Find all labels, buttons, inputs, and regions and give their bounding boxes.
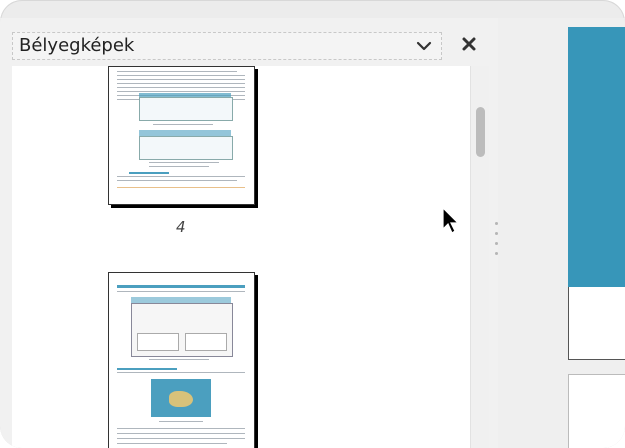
chevron-down-icon[interactable] — [415, 37, 433, 55]
page-thumbnail-5[interactable] — [108, 272, 255, 448]
sidebar-title: Bélyegképek — [19, 35, 135, 56]
scrollbar-thumb[interactable] — [476, 107, 485, 157]
close-icon[interactable] — [460, 35, 478, 53]
window-frame: Bélyegképek 4 — [0, 0, 625, 448]
document-page-white-area — [568, 287, 625, 360]
mouse-pointer-icon — [442, 207, 460, 234]
page-number-label: 4 — [176, 218, 186, 236]
document-next-page — [568, 374, 625, 448]
sidebar-header-dropdown[interactable]: Bélyegképek — [12, 32, 442, 60]
page-thumbnail-4[interactable] — [108, 66, 255, 205]
document-page-blue-area — [568, 27, 625, 287]
